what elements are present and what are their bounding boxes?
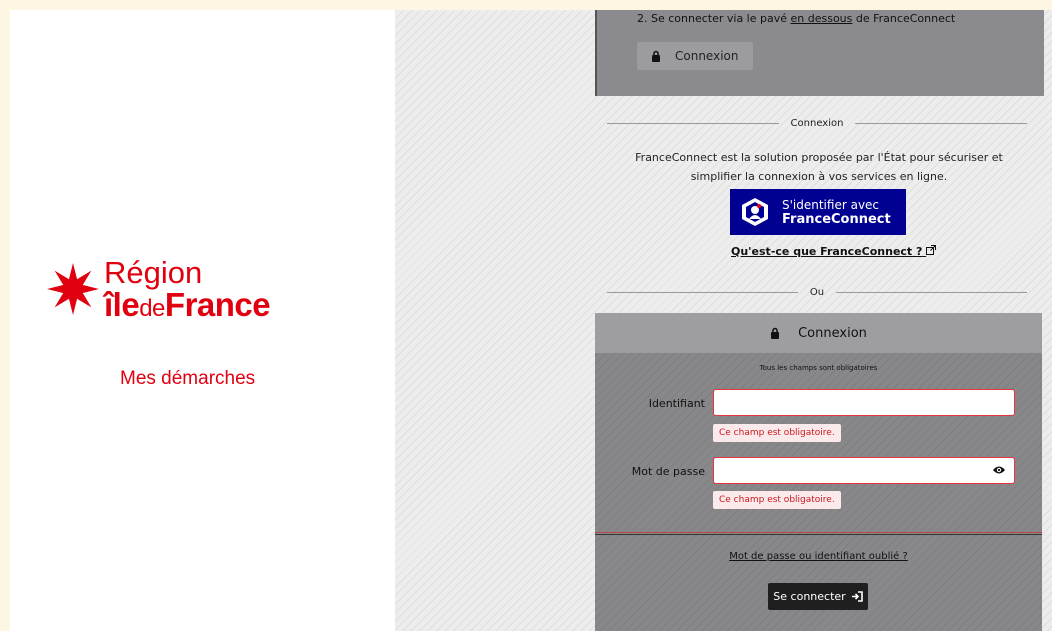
step-text-prefix: 2. Se connecter via le pavé — [637, 12, 791, 25]
separator-ou: Ou — [607, 286, 1027, 298]
logo-ile: île — [104, 286, 140, 323]
forgot-credentials-link[interactable]: Mot de passe ou identifiant oublié ? — [595, 551, 1042, 562]
login-title: Connexion — [798, 325, 867, 341]
connexion-shortcut-label: Connexion — [675, 49, 739, 63]
password-error: Ce champ est obligatoire. — [713, 491, 841, 509]
star-icon — [47, 263, 99, 315]
franceconnect-line1: S'identifier avec — [782, 197, 880, 212]
logo-wordmark: Région îledeFrance — [104, 255, 271, 323]
brand-panel: Région îledeFrance Mes démarches — [10, 10, 395, 631]
password-input[interactable] — [713, 457, 1015, 484]
password-label: Mot de passe — [631, 465, 705, 478]
username-label: Identifiant — [648, 397, 705, 410]
divider — [595, 534, 1042, 535]
logo-line-iledefrance: îledeFrance — [104, 286, 271, 323]
required-fields-note: Tous les champs sont obligatoires — [759, 364, 878, 372]
app-subtitle: Mes démarches — [120, 368, 256, 389]
login-form: Connexion Tous les champs sont obligatoi… — [595, 313, 1042, 631]
franceconnect-button[interactable]: S'identifier avec FranceConnect — [730, 189, 906, 235]
instruction-step-2: 2. Se connecter via le pavé en dessous d… — [637, 12, 955, 25]
region-logo: Région îledeFrance — [46, 255, 271, 323]
separator-ou-label: Ou — [809, 286, 825, 298]
franceconnect-description: FranceConnect est la solution proposée p… — [635, 151, 1003, 183]
connexion-shortcut-button[interactable]: Connexion — [637, 42, 753, 70]
username-input[interactable] — [713, 389, 1015, 416]
external-link-icon — [926, 245, 937, 255]
submit-label: Se connecter — [773, 590, 846, 603]
username-error: Ce champ est obligatoire. — [713, 424, 841, 442]
eye-icon[interactable] — [992, 464, 1006, 476]
lock-icon — [652, 50, 660, 62]
submit-button[interactable]: Se connecter — [768, 583, 868, 610]
instructions-box: 2. Se connecter via le pavé en dessous d… — [595, 10, 1044, 96]
logo-france: France — [164, 286, 271, 323]
separator-connexion: Connexion — [607, 117, 1027, 129]
franceconnect-info-link[interactable]: Qu'est-ce que FranceConnect ? — [731, 245, 937, 258]
logo-de: de — [139, 295, 165, 322]
franceconnect-logo-icon — [742, 198, 768, 226]
divider — [595, 532, 1042, 533]
franceconnect-line2: FranceConnect — [782, 211, 891, 227]
login-header: Connexion — [595, 313, 1042, 353]
separator-connexion-label: Connexion — [790, 117, 844, 129]
step-link-below[interactable]: en dessous — [791, 12, 853, 25]
franceconnect-button-text: S'identifier avec FranceConnect — [782, 198, 891, 227]
logo-line-region: Région — [104, 255, 203, 290]
step-text-suffix: de FranceConnect — [852, 12, 956, 25]
lock-icon — [771, 327, 780, 339]
franceconnect-info-label: Qu'est-ce que FranceConnect ? — [731, 245, 923, 258]
sign-in-icon — [851, 591, 863, 602]
